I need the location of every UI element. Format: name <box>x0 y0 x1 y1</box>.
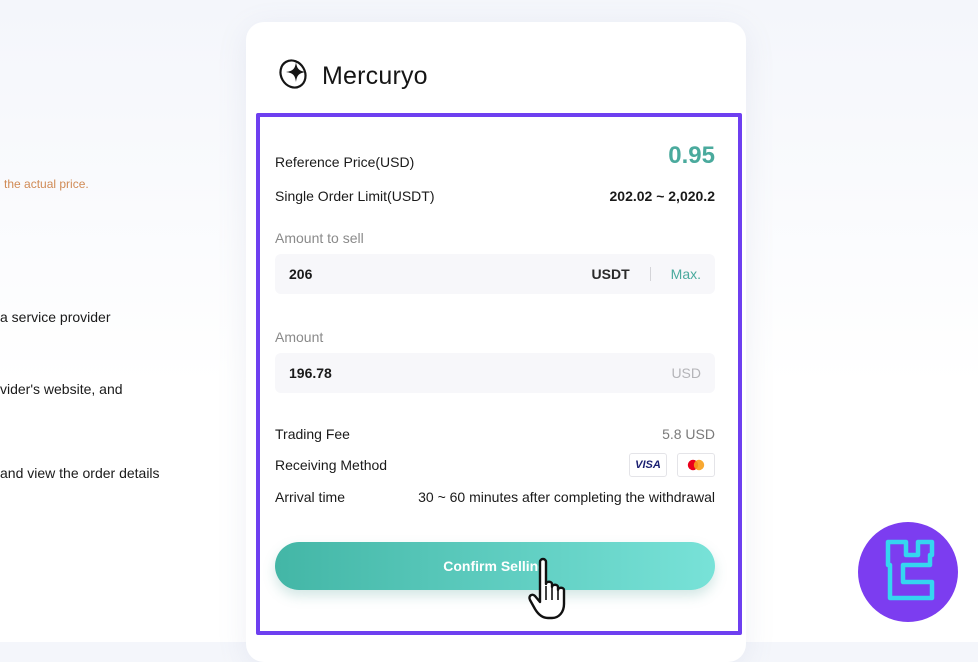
brand-header: Mercuryo <box>276 56 428 97</box>
confirm-selling-button[interactable]: Confirm Selling <box>275 542 715 590</box>
max-button[interactable]: Max. <box>671 266 701 282</box>
trading-fee-label: Trading Fee <box>275 426 350 442</box>
amount-value: 196.78 <box>289 365 332 381</box>
amount-to-sell-label: Amount to sell <box>275 230 364 246</box>
reference-price-row: Reference Price(USD) 0.95 <box>275 142 715 170</box>
mercuryo-logo-icon <box>276 56 312 97</box>
visa-card-icon: VISA <box>629 453 667 477</box>
arrival-time-label: Arrival time <box>275 489 346 505</box>
mastercard-icon <box>677 453 715 477</box>
reference-price-value: 0.95 <box>668 142 715 169</box>
receive-unit: USD <box>671 365 701 381</box>
unit-divider <box>649 267 651 281</box>
payment-cards: VISA <box>629 453 715 477</box>
arrival-time-row: Arrival time 30 ~ 60 minutes after compl… <box>275 489 715 505</box>
trading-fee-row: Trading Fee 5.8 USD <box>275 426 715 442</box>
order-limit-value: 202.02 ~ 2,020.2 <box>609 188 716 204</box>
sell-unit: USDT <box>591 266 630 282</box>
reference-price-label: Reference Price(USD) <box>275 154 415 170</box>
receiving-method-label: Receiving Method <box>275 457 388 473</box>
order-limit-label: Single Order Limit(USDT) <box>275 188 435 204</box>
background-line-1: a service provider <box>0 309 111 325</box>
trading-fee-value: 5.8 USD <box>662 426 715 442</box>
amount-to-sell-input[interactable]: 206 USDT Max. <box>275 254 715 294</box>
background-line-3: and view the order details <box>0 465 160 481</box>
hand-cursor-icon <box>528 556 574 627</box>
watermark-logo-icon <box>858 522 958 622</box>
receiving-method-row: Receiving Method VISA <box>275 453 715 477</box>
arrival-time-value: 30 ~ 60 minutes after completing the wit… <box>418 489 715 505</box>
amount-output[interactable]: 196.78 USD <box>275 353 715 393</box>
background-line-2: vider's website, and <box>0 381 123 397</box>
price-note: the actual price. <box>4 177 89 191</box>
amount-to-sell-value[interactable]: 206 <box>289 266 592 282</box>
brand-name: Mercuryo <box>322 62 428 90</box>
order-limit-row: Single Order Limit(USDT) 202.02 ~ 2,020.… <box>275 188 715 204</box>
amount-label: Amount <box>275 329 324 345</box>
